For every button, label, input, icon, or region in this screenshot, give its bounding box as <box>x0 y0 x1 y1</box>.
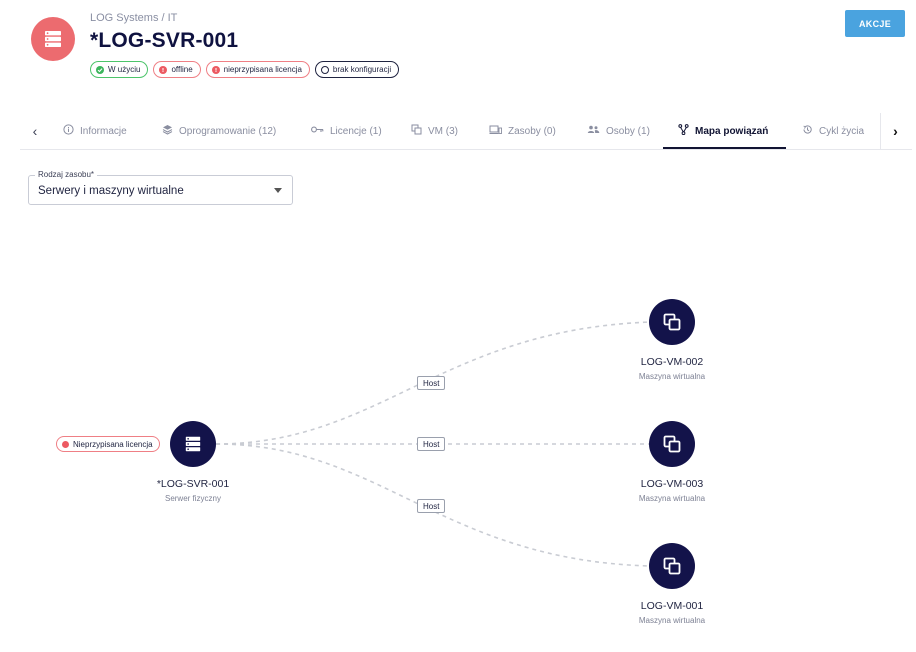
vm-icon <box>663 435 681 453</box>
node-name: LOG-VM-001 <box>640 600 704 612</box>
graph-node-vm-001[interactable] <box>649 543 695 589</box>
graph-node-vm-003[interactable] <box>649 421 695 467</box>
node-type: Serwer fizyczny <box>164 494 221 503</box>
node-name: LOG-VM-003 <box>640 478 704 490</box>
vm-icon <box>663 557 681 575</box>
warning-label: Nieprzypisana licencja <box>73 439 153 449</box>
edge-label: Host <box>417 376 446 390</box>
warning-badge-unassigned-license: Nieprzypisana licencja <box>56 436 160 452</box>
node-name: *LOG-SVR-001 <box>156 478 230 490</box>
node-type: Maszyna wirtualna <box>638 494 706 503</box>
node-type: Maszyna wirtualna <box>638 372 706 381</box>
node-name: LOG-VM-002 <box>640 356 704 368</box>
edge-label: Host <box>417 437 446 451</box>
node-type: Maszyna wirtualna <box>638 616 706 625</box>
vm-icon <box>663 313 681 331</box>
graph-node-server[interactable] <box>170 421 216 467</box>
edge-label: Host <box>417 499 446 513</box>
server-icon <box>185 436 201 452</box>
graph-node-vm-002[interactable] <box>649 299 695 345</box>
alert-icon <box>62 440 69 448</box>
relation-map <box>215 321 651 567</box>
